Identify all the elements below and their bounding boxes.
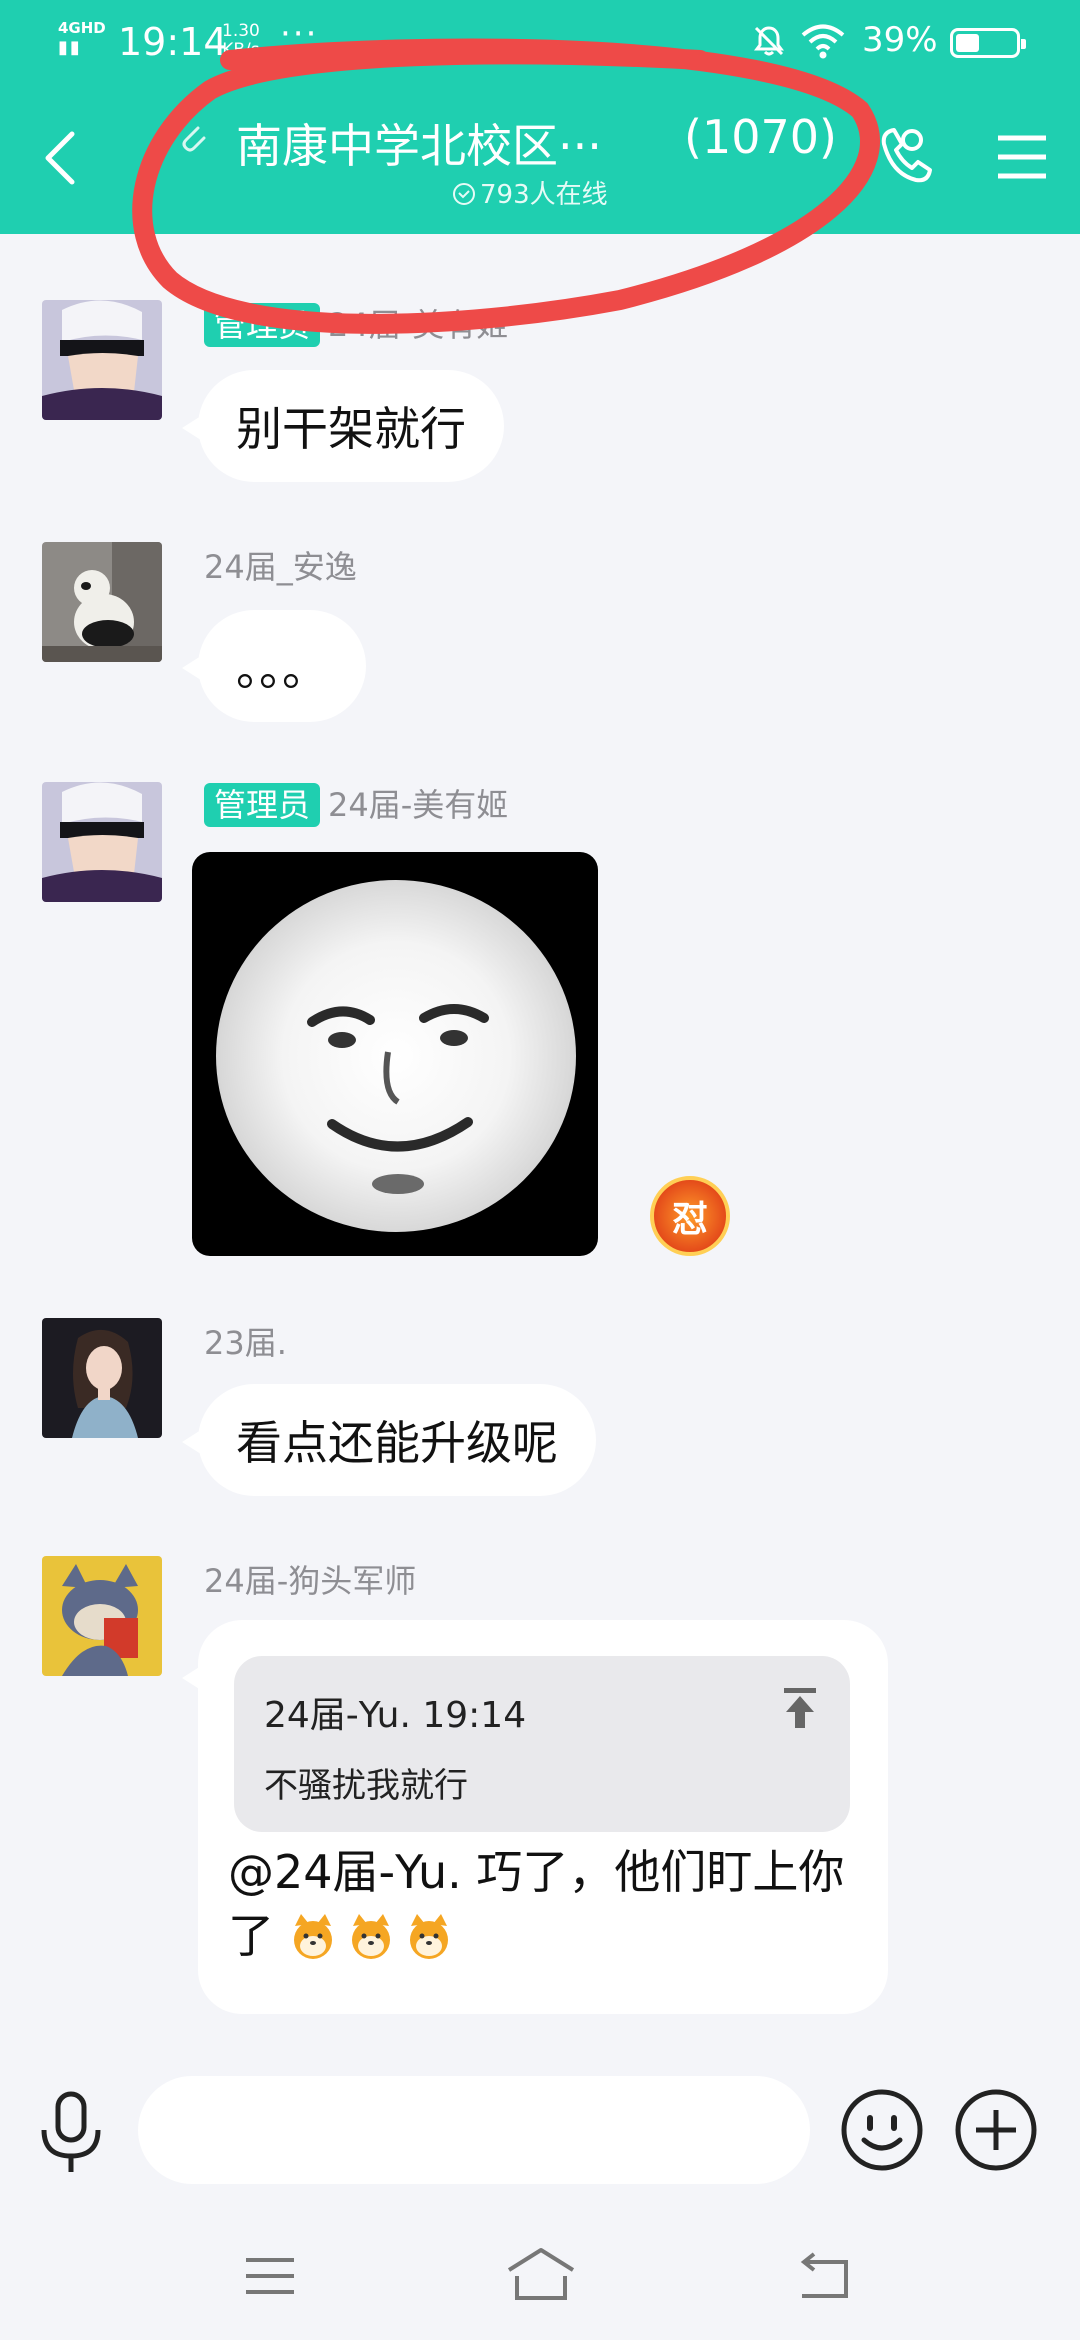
battery-icon xyxy=(950,28,1026,58)
sender-name: 23届. xyxy=(204,1324,287,1362)
reaction-badge[interactable]: 怼 xyxy=(650,1176,730,1256)
message-bubble[interactable]: 别干架就行 xyxy=(182,370,504,482)
battery-percent: 39% xyxy=(862,20,938,60)
system-nav-bar xyxy=(0,2220,1080,2340)
add-plus-icon[interactable] xyxy=(954,2088,1038,2172)
dog-face-emoji-icon xyxy=(351,1914,390,1959)
group-name: 南康中学北校区··· xyxy=(236,119,602,173)
avatar[interactable] xyxy=(42,1318,162,1438)
admin-badge: 管理员 xyxy=(204,783,321,827)
quoted-text: 不骚扰我就行 xyxy=(264,1766,468,1806)
status-time: 19:14 xyxy=(118,20,228,64)
status-bar: 4GHD ▮▮ 19:14 1.30 KB/s ··· 39% xyxy=(0,0,1080,84)
avatar[interactable] xyxy=(42,782,162,902)
wifi-icon xyxy=(801,24,845,59)
sender-name: 管理员 24届-美有姬 xyxy=(204,300,508,347)
menu-icon[interactable] xyxy=(996,134,1048,180)
group-call-icon[interactable] xyxy=(870,120,936,194)
network-indicator: 4GHD ▮▮ xyxy=(58,19,106,58)
sticker-image[interactable] xyxy=(192,852,598,1256)
check-circle-icon xyxy=(453,183,475,205)
avatar[interactable] xyxy=(42,542,162,662)
nav-back-icon[interactable] xyxy=(796,2252,852,2300)
sender-name: 管理员 24届-美有姬 xyxy=(204,780,508,827)
message-bubble[interactable]: 看点还能升级呢 xyxy=(182,1384,596,1496)
dog-face-emoji-icon xyxy=(409,1914,448,1959)
back-arrow-icon[interactable] xyxy=(40,128,80,188)
jump-to-top-icon[interactable] xyxy=(780,1686,820,1730)
mute-bell-icon xyxy=(754,26,784,56)
avatar[interactable] xyxy=(42,1556,162,1676)
quoted-message[interactable]: 24届-Yu. 19:14 不骚扰我就行 xyxy=(234,1656,850,1832)
emoji-smile-icon[interactable] xyxy=(840,2088,924,2172)
microphone-icon[interactable] xyxy=(36,2090,106,2176)
member-count: (1070) xyxy=(684,110,837,164)
quoted-header: 24届-Yu. 19:14 xyxy=(264,1695,527,1736)
dog-face-emoji-icon xyxy=(293,1914,332,1959)
reply-message-bubble[interactable]: 24届-Yu. 19:14 不骚扰我就行 @24届-Yu. 巧了，他们盯上你了 xyxy=(182,1620,888,2014)
avatar[interactable] xyxy=(42,300,162,420)
network-speed: 1.30 KB/s xyxy=(222,21,260,60)
battery-level-fill xyxy=(956,34,979,52)
sender-name: 24届-狗头军师 xyxy=(204,1562,417,1600)
group-title[interactable]: 南康中学北校区··· (1070) xyxy=(176,110,856,173)
signal-icon: ▮▮ xyxy=(58,37,82,58)
message-input[interactable] xyxy=(138,2076,810,2184)
more-notifications-icon: ··· xyxy=(280,14,319,54)
online-count[interactable]: 793人在线 xyxy=(452,174,608,211)
sender-name: 24届_安逸 xyxy=(204,548,357,586)
recent-apps-icon[interactable] xyxy=(244,2254,296,2298)
reply-text: @24届-Yu. 巧了，他们盯上你了 xyxy=(228,1845,845,1963)
chat-header: 4GHD ▮▮ 19:14 1.30 KB/s ··· 39% 南康中学北校区·… xyxy=(0,0,1080,234)
paperclip-icon xyxy=(182,126,206,152)
admin-badge: 管理员 xyxy=(204,303,321,347)
home-icon[interactable] xyxy=(505,2246,577,2302)
message-input-bar xyxy=(0,2060,1080,2200)
message-bubble[interactable]: 。。。 xyxy=(182,610,366,722)
